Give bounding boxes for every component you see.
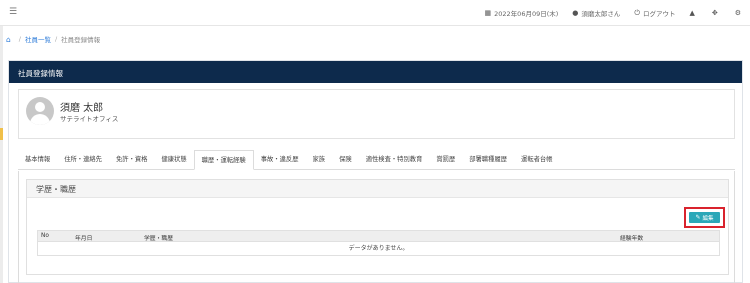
- edit-button[interactable]: ✎ 編集: [689, 212, 720, 223]
- tab-career[interactable]: 職歴・運転経験: [193, 150, 254, 170]
- tab-accidents[interactable]: 事故・違反歴: [254, 150, 306, 169]
- user-name: 須磨太郎さん: [581, 10, 621, 18]
- breadcrumb: ⌂ / 社員一覧 / 社員登録情報: [6, 34, 101, 45]
- profile-card: 須磨 太郎 サテライトオフィス: [18, 89, 735, 139]
- top-nav: ▦ 2022年06月09日(木) ● 須磨太郎さん ⏻ ログアウト ▲ ✥ ⚙: [471, 0, 744, 26]
- tab-bar: 基本情報 住所・連絡先 免許・資格 健康状態 職歴・運転経験 事故・違反歴 家族…: [18, 150, 735, 170]
- user-icon: ●: [572, 9, 579, 17]
- tab-department[interactable]: 部署職種履歴: [462, 150, 514, 169]
- edit-highlight: ✎ 編集: [684, 207, 725, 228]
- logout-link[interactable]: ⏻ ログアウト: [634, 8, 676, 19]
- empty-message: データがありません。: [37, 242, 720, 256]
- table-header: No 年月日 学歴・職歴 経験年数: [37, 230, 720, 242]
- edit-label: 編集: [702, 215, 714, 222]
- avatar-icon: [26, 97, 54, 125]
- tab-license[interactable]: 免許・資格: [109, 150, 154, 169]
- tab-basic-info[interactable]: 基本情報: [18, 150, 57, 169]
- fullscreen-icon[interactable]: ✥: [712, 9, 721, 17]
- left-edge-marker: [0, 128, 3, 140]
- tab-driver-ledger[interactable]: 運転者台帳: [514, 150, 559, 169]
- col-years: 経験年数: [620, 236, 644, 242]
- menu-icon[interactable]: ☰: [9, 7, 17, 17]
- gears-icon[interactable]: ⚙: [735, 9, 744, 17]
- section-title: 学歴・職歴: [27, 180, 728, 198]
- tab-health[interactable]: 健康状態: [154, 150, 193, 169]
- panel-title: 社員登録情報: [9, 61, 742, 83]
- education-career-panel: 学歴・職歴 ✎ 編集 No 年月日 学歴・職歴 経験年数 データがありません。: [26, 179, 729, 275]
- left-edge: [0, 26, 3, 283]
- tab-rewards[interactable]: 賞罰歴: [429, 150, 462, 169]
- bell-icon[interactable]: ▲: [689, 9, 697, 17]
- tab-aptitude[interactable]: 適性検査・特別教育: [359, 150, 430, 169]
- tab-family[interactable]: 家族: [306, 150, 333, 169]
- col-date: 年月日: [75, 236, 93, 242]
- employee-panel: 社員登録情報 須磨 太郎 サテライトオフィス 基本情報 住所・連絡先 免許・資格…: [8, 60, 743, 283]
- col-no: No: [41, 233, 49, 239]
- power-icon: ⏻: [634, 8, 640, 17]
- career-table: No 年月日 学歴・職歴 経験年数 データがありません。: [37, 230, 720, 256]
- calendar-icon: ▦: [484, 9, 492, 17]
- tab-address-contact[interactable]: 住所・連絡先: [57, 150, 109, 169]
- user-display[interactable]: ● 須磨太郎さん: [572, 8, 620, 18]
- logout-label: ログアウト: [642, 10, 676, 18]
- date-display: ▦ 2022年06月09日(木): [485, 8, 559, 18]
- breadcrumb-current: 社員登録情報: [61, 36, 101, 44]
- home-icon[interactable]: ⌂: [6, 35, 11, 44]
- tab-insurance[interactable]: 保険: [332, 150, 359, 169]
- breadcrumb-employee-list[interactable]: 社員一覧: [25, 34, 51, 44]
- tab-content: 学歴・職歴 ✎ 編集 No 年月日 学歴・職歴 経験年数 データがありません。: [18, 171, 735, 283]
- col-career: 学歴・職歴: [144, 236, 173, 242]
- date-text: 2022年06月09日(木): [494, 10, 559, 18]
- top-bar: ☰ ▦ 2022年06月09日(木) ● 須磨太郎さん ⏻ ログアウト ▲ ✥ …: [0, 0, 750, 26]
- employee-name: 須磨 太郎: [60, 103, 104, 114]
- edit-icon: ✎: [695, 214, 701, 221]
- employee-office: サテライトオフィス: [60, 115, 119, 123]
